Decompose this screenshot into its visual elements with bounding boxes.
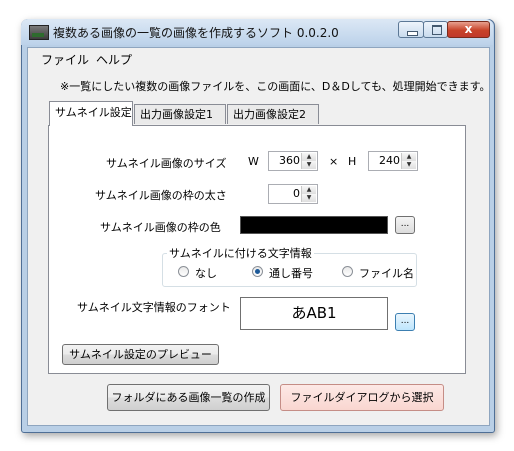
- border-color-browse-button[interactable]: ...: [395, 216, 415, 234]
- radio-serial-number-label[interactable]: 通し番号: [269, 265, 313, 281]
- spin-down-icon[interactable]: ▼: [402, 161, 416, 169]
- tab-thumbnail-settings[interactable]: サムネイル設定: [49, 101, 133, 126]
- close-button[interactable]: x: [447, 21, 490, 38]
- maximize-icon: [432, 25, 442, 35]
- menu-help[interactable]: ヘルプ: [96, 51, 132, 68]
- radio-file-name[interactable]: [342, 266, 353, 277]
- menu-file[interactable]: ファイル: [41, 51, 89, 68]
- font-label: サムネイル文字情報のフォント: [77, 301, 231, 314]
- border-width-label: サムネイル画像の枠の太さ: [95, 189, 227, 202]
- border-width-spin-buttons: ▲ ▼: [301, 186, 316, 202]
- maximize-button[interactable]: [423, 21, 448, 38]
- height-label: H: [348, 155, 357, 168]
- times-sign: ×: [329, 155, 339, 168]
- border-width-spinner[interactable]: 0 ▲ ▼: [268, 184, 318, 204]
- font-browse-button[interactable]: ...: [395, 313, 415, 331]
- width-spin-buttons: ▲ ▼: [301, 153, 316, 169]
- width-value: 360: [279, 154, 300, 167]
- spin-up-icon[interactable]: ▲: [402, 153, 416, 161]
- spin-up-icon[interactable]: ▲: [302, 186, 316, 194]
- height-spin-buttons: ▲ ▼: [401, 153, 416, 169]
- spin-down-icon[interactable]: ▼: [302, 194, 316, 202]
- radio-none-label[interactable]: なし: [195, 265, 217, 281]
- thumbnail-preview-button[interactable]: サムネイル設定のプレビュー: [62, 344, 219, 365]
- height-value: 240: [379, 154, 400, 167]
- window-title: 複数ある画像の一覧の画像を作成するソフト 0.0.2.0: [53, 26, 339, 40]
- border-color-swatch: [240, 216, 388, 234]
- minimize-icon: [407, 31, 418, 36]
- tab-output-image-settings-2[interactable]: 出力画像設定2: [227, 104, 319, 124]
- spin-up-icon[interactable]: ▲: [302, 153, 316, 161]
- radio-none[interactable]: [178, 266, 189, 277]
- drag-drop-notice: ※一覧にしたい複数の画像ファイルを、この画面に、D＆Dしても、処理開始できます。: [60, 80, 491, 93]
- app-icon: [29, 25, 49, 40]
- border-color-label: サムネイル画像の枠の色: [100, 221, 221, 234]
- height-spinner[interactable]: 240 ▲ ▼: [368, 151, 418, 171]
- create-from-folder-button[interactable]: フォルダにある画像一覧の作成: [107, 384, 270, 411]
- minimize-button[interactable]: [398, 21, 424, 38]
- select-from-dialog-button[interactable]: ファイルダイアログから選択: [280, 384, 444, 411]
- width-label: W: [248, 155, 259, 168]
- width-spinner[interactable]: 360 ▲ ▼: [268, 151, 318, 171]
- thumbnail-size-label: サムネイル画像のサイズ: [106, 157, 227, 170]
- radio-serial-number[interactable]: [252, 266, 263, 277]
- close-icon: x: [464, 22, 473, 36]
- tab-output-image-settings-1[interactable]: 出力画像設定1: [134, 104, 226, 124]
- text-info-group-title: サムネイルに付ける文字情報: [167, 245, 314, 261]
- spin-down-icon[interactable]: ▼: [302, 161, 316, 169]
- border-width-value: 0: [293, 187, 300, 200]
- font-sample: あAB1: [240, 297, 388, 330]
- radio-file-name-label[interactable]: ファイル名: [359, 265, 414, 281]
